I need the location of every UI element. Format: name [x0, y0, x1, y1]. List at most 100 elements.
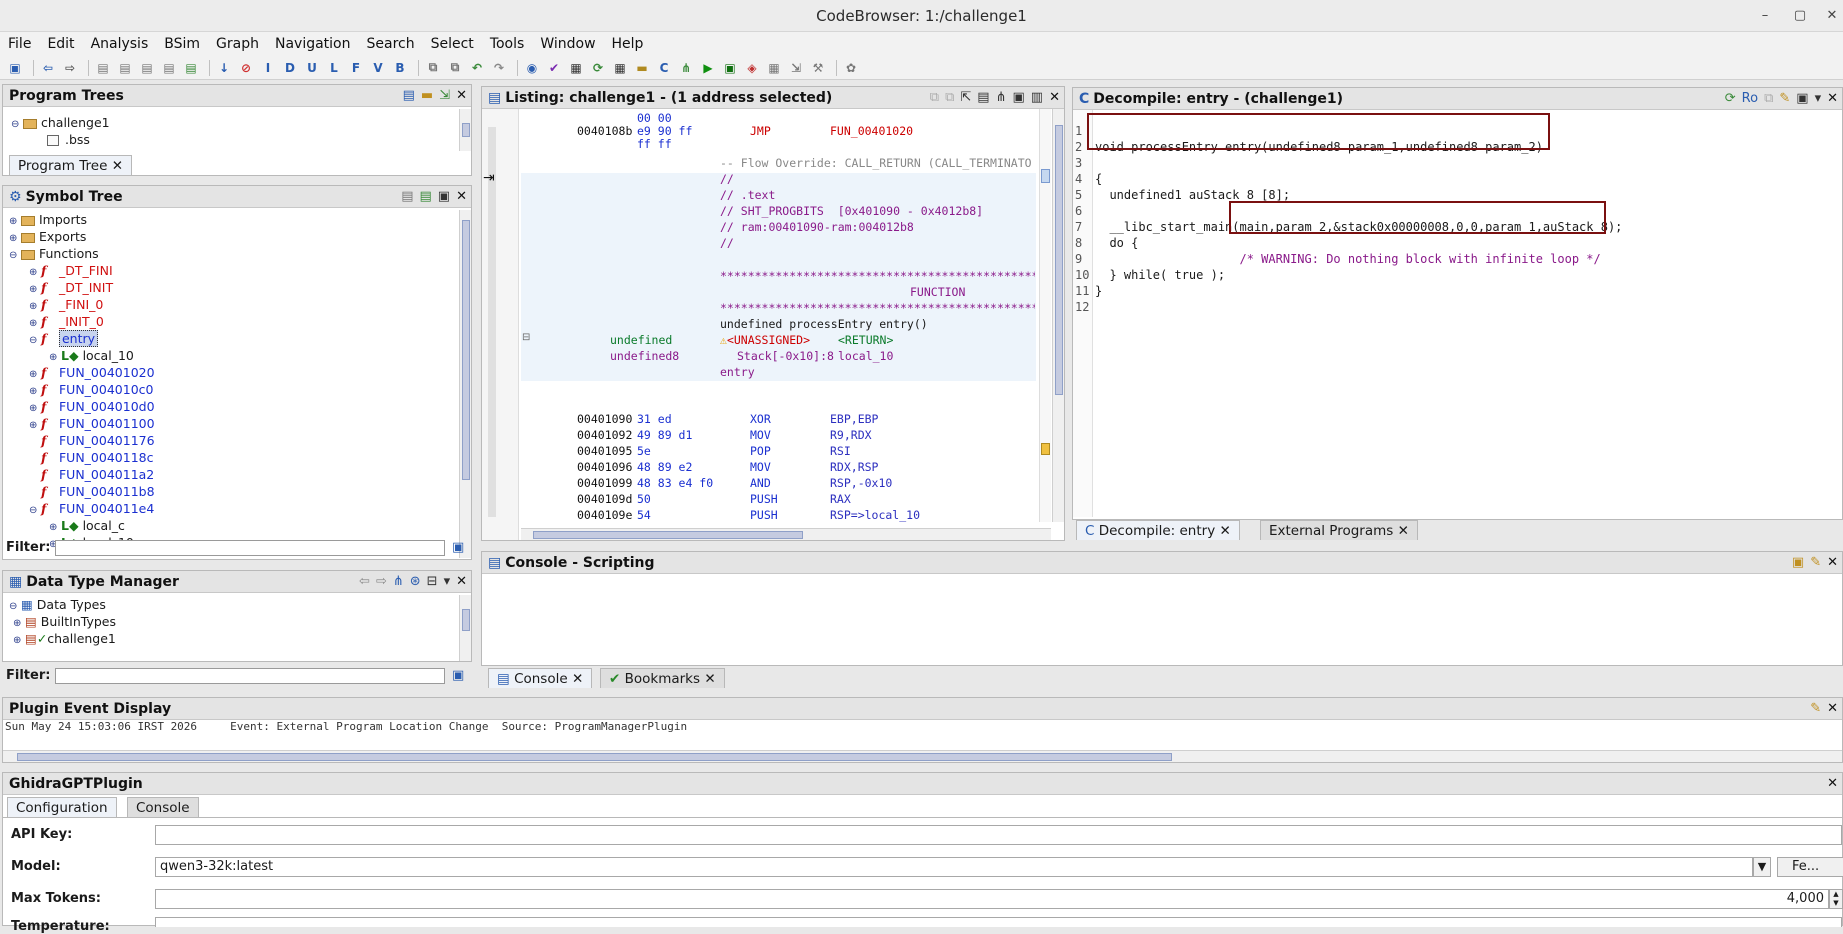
instruction-mnemonic[interactable]: POP [750, 445, 771, 458]
instruction-mnemonic[interactable]: AND [750, 477, 771, 490]
function-item[interactable]: ⊕ f _DT_INIT [29, 280, 113, 295]
memory-icon[interactable]: ▦ [567, 60, 585, 76]
scroll-thumb[interactable] [462, 609, 470, 631]
tree-item-bss[interactable]: .bss [47, 132, 90, 147]
instruction-address[interactable]: 00401095 [577, 445, 632, 458]
redo-icon[interactable]: ↷ [490, 60, 508, 76]
instruction-bytes[interactable]: 54 [637, 509, 651, 522]
snapshot-icon[interactable]: ▣ [438, 186, 450, 208]
instruction-address[interactable]: 00401099 [577, 477, 632, 490]
table-icon[interactable]: ▦ [611, 60, 629, 76]
b-icon[interactable]: B [391, 60, 409, 76]
instruction-address[interactable]: 0040109e [577, 509, 632, 522]
close-icon[interactable]: ✕ [456, 571, 467, 593]
scroll-thumb[interactable] [533, 531, 803, 539]
function-item[interactable]: f FUN_004011a2 [29, 467, 154, 482]
instruction-operand[interactable]: RSI [830, 445, 851, 458]
expand-icon[interactable]: ⊕ [29, 316, 41, 331]
code-line[interactable]: } [1095, 284, 1102, 298]
code-line[interactable]: undefined1 auStack_8 [8]; [1095, 188, 1290, 202]
lock-icon[interactable]: ▣ [1792, 552, 1804, 574]
function-item[interactable]: ⊕ f FUN_00401020 [29, 365, 155, 380]
minimize-icon[interactable]: – [1755, 6, 1775, 26]
snapshot-icon[interactable]: ▣ [1796, 88, 1808, 110]
paste-icon[interactable]: ⧉ [446, 60, 464, 76]
undo-icon[interactable]: ↶ [468, 60, 486, 76]
instruction-mnemonic[interactable]: MOV [750, 429, 771, 442]
l-icon[interactable]: L [325, 60, 343, 76]
i-icon[interactable]: I [259, 60, 277, 76]
expand-icon[interactable]: ⊕ [9, 231, 21, 246]
menu-help[interactable]: Help [604, 32, 652, 56]
listing-diff-icon[interactable]: ⋔ [996, 87, 1007, 109]
tree-root-challenge1[interactable]: ⊖ challenge1 [11, 115, 110, 130]
nav-undefined-icon[interactable]: ▤ [116, 60, 134, 76]
refresh-icon[interactable]: ⟳ [1725, 88, 1736, 110]
listing-hscroll[interactable] [521, 528, 1051, 540]
function-item[interactable]: f FUN_004011b8 [29, 484, 155, 499]
plugin-icon[interactable]: ✿ [842, 60, 860, 76]
folder-icon[interactable]: ▬ [633, 60, 651, 76]
instruction-bytes[interactable]: 48 89 e2 [637, 461, 692, 474]
u-icon[interactable]: U [303, 60, 321, 76]
scroll-thumb[interactable] [462, 220, 470, 480]
listing-layout-icon[interactable]: ▥ [1031, 87, 1043, 109]
function-signature[interactable]: undefined processEntry entry() [720, 318, 928, 331]
max-tokens-input[interactable]: 4,000 [155, 889, 1829, 909]
export-icon[interactable]: ⇲ [787, 60, 805, 76]
symbol-new-icon[interactable]: ▤ [401, 186, 413, 208]
menu-select[interactable]: Select [423, 32, 482, 56]
check-icon[interactable]: ✔ [545, 60, 563, 76]
maximize-icon[interactable]: ▢ [1790, 6, 1810, 26]
tab-bookmarks[interactable]: ✔ Bookmarks ✕ [600, 668, 725, 688]
menu-edit[interactable]: Edit [39, 32, 82, 56]
data-type-archive-builtin[interactable]: ⊕ ▤ BuiltInTypes [13, 614, 116, 629]
plugin-event-hscroll[interactable] [3, 750, 1842, 762]
graph-icon[interactable]: ⋔ [677, 60, 695, 76]
expand-icon[interactable]: ⊕ [29, 299, 41, 314]
chevron-down-icon[interactable]: ▼ [1753, 857, 1771, 877]
expand-icon[interactable]: ⊕ [29, 384, 41, 399]
cursor-icon[interactable]: ⇱ [960, 87, 971, 109]
edit-icon[interactable]: ✎ [1779, 88, 1790, 110]
forward-icon[interactable]: ⇨ [61, 60, 79, 76]
v-icon[interactable]: V [369, 60, 387, 76]
tab-program-tree[interactable]: Program Tree ✕ [9, 155, 132, 175]
program-trees-scrollbar[interactable] [459, 109, 471, 151]
snapshot-icon[interactable]: ▣ [1013, 87, 1025, 109]
clear-icon[interactable]: ✎ [1810, 552, 1821, 574]
close-tab-icon[interactable]: ✕ [112, 158, 123, 174]
instruction-address[interactable]: 00401096 [577, 461, 632, 474]
instruction-operand[interactable]: RDX,RSP [830, 461, 878, 474]
symbol-folder-functions[interactable]: ⊖ Functions [9, 246, 99, 261]
var-name[interactable]: local_10 [838, 350, 893, 363]
listing-vscroll[interactable] [1052, 109, 1064, 522]
menu-graph[interactable]: Graph [208, 32, 267, 56]
expand-icon[interactable]: ⊕ [49, 350, 61, 365]
dtm-scrollbar[interactable] [459, 595, 471, 661]
refresh-icon[interactable]: ⟳ [589, 60, 607, 76]
instruction-address[interactable]: 00401092 [577, 429, 632, 442]
grid-icon[interactable]: ▦ [765, 60, 783, 76]
nav-data-icon[interactable]: ▤ [94, 60, 112, 76]
close-window-icon[interactable]: ✕ [1822, 6, 1842, 26]
symbol-add-icon[interactable]: ▤ [420, 186, 432, 208]
tree-open-icon[interactable]: ▬ [421, 85, 433, 107]
collapse-icon[interactable]: ⊖ [29, 503, 41, 518]
model-select[interactable]: qwen3-32k:latest [155, 857, 1753, 877]
local-variable-item[interactable]: ⊕ L◆ local_c [49, 518, 125, 533]
function-item[interactable]: ⊕ f _DT_FINI [29, 263, 113, 278]
stop-icon[interactable]: ⊘ [237, 60, 255, 76]
cf-icon[interactable]: C [655, 60, 673, 76]
function-item[interactable]: ⊕ f _FINI_0 [29, 297, 103, 312]
api-key-input[interactable] [155, 825, 1842, 845]
function-item[interactable]: ⊕ f FUN_00401100 [29, 416, 155, 431]
expand-icon[interactable]: ⊕ [13, 633, 25, 648]
instruction-bytes[interactable]: 5e [637, 445, 651, 458]
instruction-operand[interactable]: RSP,-0x10 [830, 477, 892, 490]
collapse-icon[interactable]: ⊖ [11, 117, 23, 132]
instruction-bytes[interactable]: 50 [637, 493, 651, 506]
instruction-operand[interactable]: RSP=>local_10 [830, 509, 920, 522]
entry-label[interactable]: entry [720, 366, 755, 379]
data-type-archive-challenge1[interactable]: ⊕ ▤✓challenge1 [13, 631, 116, 646]
